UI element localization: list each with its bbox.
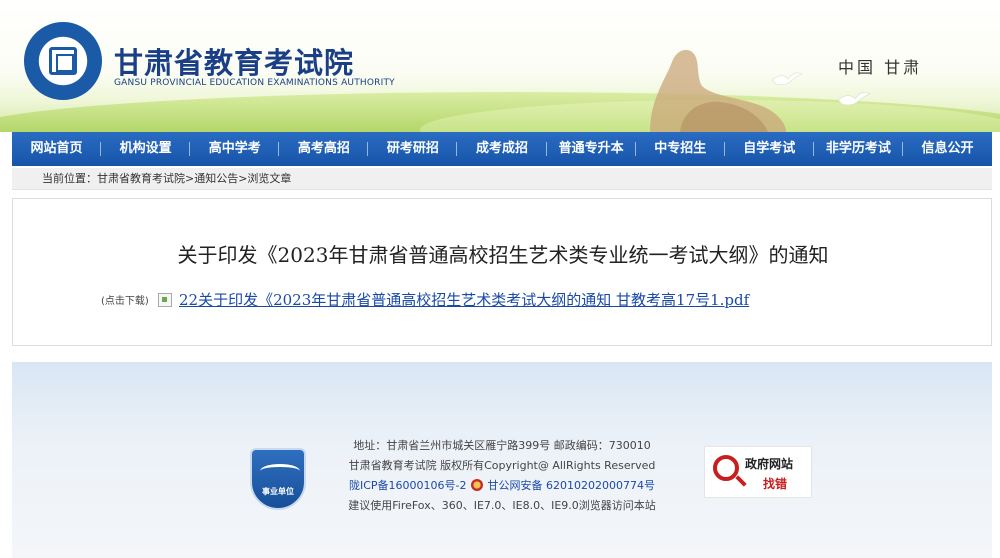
gov-error-label-1: 政府网站 [745,457,794,471]
nav-item-adult-exam[interactable]: 成考成招 [457,132,547,166]
site-title-en: GANSU PROVINCIAL EDUCATION EXAMINATIONS … [114,78,395,88]
magnifier-icon [713,455,739,481]
nav-item-vocational[interactable]: 中专招生 [636,132,725,166]
nav-item-high-school-exam[interactable]: 高中学考 [190,132,280,166]
nav-item-home[interactable]: 网站首页 [12,132,102,166]
police-record-link[interactable]: 甘公网安备 62010202000774号 [488,479,655,492]
nav-item-non-degree[interactable]: 非学历考试 [814,132,904,166]
nav-item-self-study[interactable]: 自学考试 [725,132,814,166]
police-badge-icon [471,479,484,491]
gov-error-label-2: 找错 [763,477,788,491]
download-hint: (点击下载) [101,296,149,307]
nav-item-graduate-exam[interactable]: 研考研招 [368,132,458,166]
nav-item-organization[interactable]: 机构设置 [101,132,191,166]
gov-site-error-report-button[interactable]: 政府网站 找错 [704,446,812,498]
article-title: 关于印发《2023年甘肃省普通高校招生艺术类专业统一考试大纲》的通知 [177,243,829,267]
site-title[interactable]: 甘肃省教育考试院 [114,40,354,82]
badge-wave-icon [260,464,300,478]
footer-browser-note: 建议使用FireFox、360、IE7.0、IE8.0、IE9.0浏览器访问本站 [348,499,656,512]
breadcrumb: 当前位置：甘肃省教育考试院>通知公告>浏览文章 [12,168,992,190]
dove-icon [771,72,803,85]
site-footer: 事业单位 地址：甘肃省兰州市城关区雁宁路399号 邮政编码：730010 甘肃省… [12,362,992,558]
nav-item-upgrade-bachelor[interactable]: 普通专升本 [547,132,636,166]
nav-item-info-disclosure[interactable]: 信息公开 [903,132,992,166]
region-label: 中国 甘肃 [838,58,923,77]
logo-emblem-inner [49,47,77,75]
footer-registration: 陇ICP备16000106号-2 甘公网安备 62010202000774号 [312,476,692,496]
site-header: 甘肃省教育考试院 GANSU PROVINCIAL EDUCATION EXAM… [0,0,1000,132]
footer-address: 地址：甘肃省兰州市城关区雁宁路399号 邮政编码：730010 [353,439,651,452]
pdf-file-icon[interactable] [157,292,172,307]
article-panel: 关于印发《2023年甘肃省普通高校招生艺术类专业统一考试大纲》的通知 (点击下载… [12,198,992,346]
attachment-link[interactable]: 22关于印发《2023年甘肃省普通高校招生艺术类考试大纲的通知 甘教考高17号1… [179,291,749,309]
dove-icon-2 [837,92,871,106]
public-institution-badge-icon[interactable]: 事业单位 [250,448,306,510]
statue-image [650,49,786,132]
logo-emblem-icon[interactable] [24,22,102,100]
footer-copyright: 甘肃省教育考试院 版权所有Copyright@ AllRights Reserv… [348,459,656,472]
badge-label: 事业单位 [262,487,294,496]
nav-item-gaokao[interactable]: 高考高招 [279,132,369,166]
footer-info: 地址：甘肃省兰州市城关区雁宁路399号 邮政编码：730010 甘肃省教育考试院… [312,436,692,516]
attachment-row: (点击下载) 22关于印发《2023年甘肃省普通高校招生艺术类考试大纲的通知 甘… [101,289,749,310]
icp-link[interactable]: 陇ICP备16000106号-2 [349,479,467,492]
main-nav: 网站首页 机构设置 高中学考 高考高招 研考研招 成考成招 普通专升本 中专招生… [12,132,992,166]
